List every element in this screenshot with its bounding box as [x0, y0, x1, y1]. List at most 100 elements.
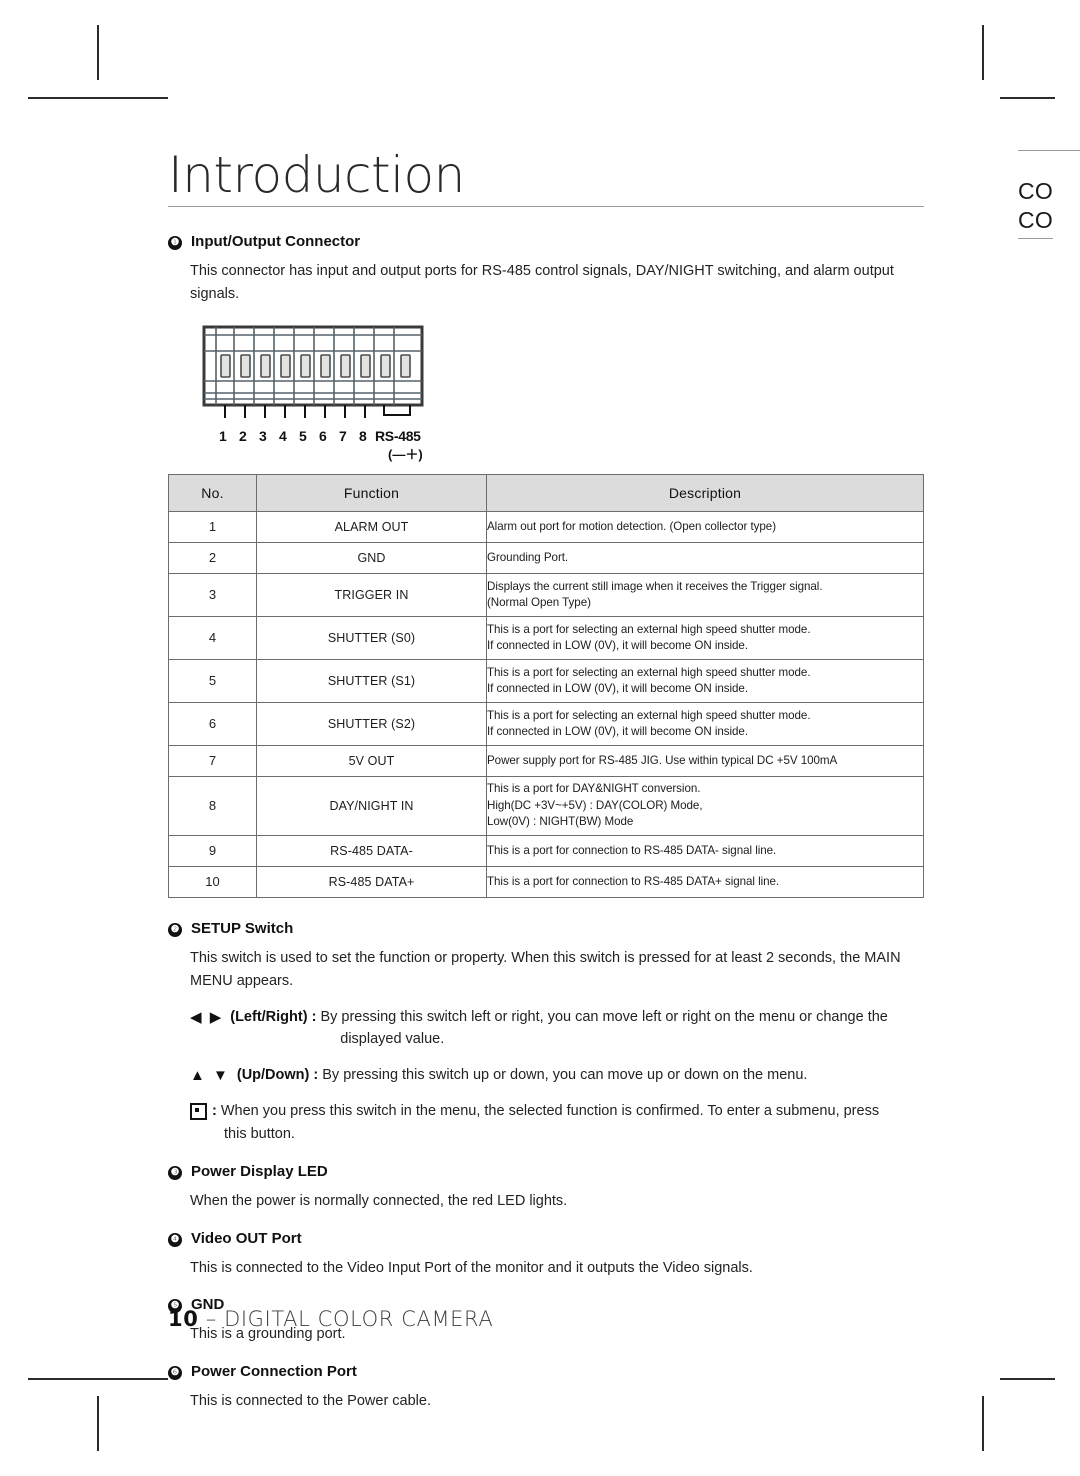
cell-function: SHUTTER (S0)	[256, 615, 487, 660]
cell-function: 5V OUT	[256, 744, 487, 777]
desc-line: If connected in LOW (0V), it will become…	[487, 681, 748, 695]
pin-label-4: 4	[279, 427, 287, 444]
section-heading-video-out-port: ❹ Video OUT Port	[168, 1230, 924, 1248]
section-heading-setup-switch: ❷ SETUP Switch	[168, 920, 924, 938]
column-header-no: No.	[168, 473, 257, 512]
desc-line: This is a port for selecting an external…	[487, 665, 811, 679]
cell-no: 10	[168, 865, 257, 898]
cell-no: 2	[168, 541, 257, 574]
cell-function: GND	[256, 541, 487, 574]
crop-mark-top-right-horizontal	[1000, 97, 1055, 99]
cell-no: 7	[168, 744, 257, 777]
section-heading-label: Video OUT Port	[191, 1229, 302, 1247]
cell-function: RS-485 DATA-	[256, 834, 487, 867]
table-row: 4 SHUTTER (S0) This is a port for select…	[168, 615, 924, 660]
cell-no: 1	[168, 510, 257, 543]
desc-line: High(DC +3V~+5V) : DAY(COLOR) Mode,	[487, 798, 703, 812]
up-down-text: By pressing this switch up or down, you …	[318, 1066, 808, 1083]
enter-text: When you press this switch in the menu, …	[216, 1103, 880, 1120]
section-heading-power-connection-port: ❻ Power Connection Port	[168, 1363, 924, 1381]
switch-control-up-down: ▲ ▼ (Up/Down) : By pressing this switch …	[190, 1064, 924, 1087]
cell-description: Alarm out port for motion detection. (Op…	[486, 510, 924, 543]
left-right-text: By pressing this switch left or right, y…	[316, 1008, 888, 1025]
title-divider	[168, 206, 924, 207]
section-heading-label: Power Display LED	[191, 1163, 328, 1181]
desc-line: This is a port for connection to RS-485 …	[487, 874, 780, 888]
crop-mark-top-left-vertical	[97, 25, 99, 80]
bleed-title-divider	[1018, 150, 1080, 151]
desc-line: This is a port for DAY&NIGHT conversion.	[487, 782, 701, 796]
cell-description: This is a port for DAY&NIGHT conversion.…	[486, 775, 924, 836]
pin-label-2: 2	[239, 427, 247, 444]
desc-line: This is a port for connection to RS-485 …	[487, 843, 777, 857]
enter-description: : When you press this switch in the menu…	[212, 1100, 924, 1145]
section-body-setup-switch: This switch is used to set the function …	[190, 949, 901, 990]
bleed-heading-line-1: CO	[1018, 178, 1054, 204]
desc-line: If connected in LOW (0V), it will become…	[487, 724, 748, 738]
section-number-badge: ❸	[168, 1166, 182, 1181]
table-row: 1 ALARM OUT Alarm out port for motion de…	[168, 510, 924, 543]
section-number-badge: ❷	[168, 922, 182, 937]
cell-function: ALARM OUT	[256, 510, 487, 543]
cell-description: Displays the current still image when it…	[486, 572, 924, 617]
section-heading-input-output-connector: ❶ Input/Output Connector	[168, 233, 924, 251]
cell-description: This is a port for selecting an external…	[486, 615, 924, 660]
cell-description: Power supply port for RS-485 JIG. Use wi…	[486, 744, 924, 777]
desc-line: Grounding Port.	[487, 550, 569, 564]
cell-no: 3	[168, 572, 257, 617]
pin-label-3: 3	[259, 427, 267, 444]
crop-mark-bottom-right-vertical	[982, 1396, 984, 1451]
pin-table-body: 1 ALARM OUT Alarm out port for motion de…	[168, 510, 924, 898]
left-right-label: (Left/Right) :	[230, 1008, 317, 1025]
cell-description: Grounding Port.	[486, 541, 924, 574]
pin-label-5: 5	[299, 427, 307, 444]
rs485-polarity-label: (—＋)	[388, 446, 423, 462]
table-row: 9 RS-485 DATA- This is a port for connec…	[168, 834, 924, 867]
connector-pin-labels: 1 2 3 4 5 6 7 8 RS-485 (—＋)	[196, 428, 436, 462]
cell-no: 4	[168, 615, 257, 660]
bleed-heading-line-2: CO	[1018, 206, 1054, 239]
section-number-badge: ❻	[168, 1365, 182, 1380]
section-heading-power-display-led: ❸ Power Display LED	[168, 1163, 924, 1181]
switch-control-enter: : When you press this switch in the menu…	[190, 1100, 924, 1145]
page-title: Introduction	[168, 146, 465, 204]
cell-no: 5	[168, 658, 257, 703]
footer-product-name: DIGITAL COLOR CAMERA	[224, 1307, 494, 1331]
adjacent-page-bleed: CO CO Conn the A P N No –	[1018, 150, 1080, 239]
cell-function: SHUTTER (S1)	[256, 658, 487, 703]
section-number-badge: ❹	[168, 1232, 182, 1247]
table-header-row: No. Function Description	[168, 473, 924, 512]
desc-line: Alarm out port for motion detection. (Op…	[487, 519, 777, 533]
cell-function: DAY/NIGHT IN	[256, 775, 487, 836]
cell-function: TRIGGER IN	[256, 572, 487, 617]
terminal-block-svg	[202, 325, 424, 418]
cell-no: 8	[168, 775, 257, 836]
table-row: 8 DAY/NIGHT IN This is a port for DAY&NI…	[168, 775, 924, 836]
enter-button-icon	[190, 1103, 207, 1121]
cell-function: SHUTTER (S2)	[256, 701, 487, 746]
table-row: 5 SHUTTER (S1) This is a port for select…	[168, 658, 924, 703]
cell-description: This is a port for selecting an external…	[486, 658, 924, 703]
crop-mark-bottom-right-horizontal	[1000, 1378, 1055, 1380]
cell-description: This is a port for selecting an external…	[486, 701, 924, 746]
pin-function-table: No. Function Description 1 ALARM OUT Ala…	[168, 473, 924, 898]
table-row: 7 5V OUT Power supply port for RS-485 JI…	[168, 744, 924, 777]
cell-function: RS-485 DATA+	[256, 865, 487, 898]
cell-description: This is a port for connection to RS-485 …	[486, 834, 924, 867]
desc-line: (Normal Open Type)	[487, 595, 591, 609]
section-heading-label: Power Connection Port	[191, 1362, 357, 1380]
footer-separator: –	[205, 1307, 217, 1331]
up-down-arrow-icon: ▲ ▼	[190, 1066, 230, 1084]
desc-line: This is a port for selecting an external…	[487, 622, 811, 636]
cell-description: This is a port for connection to RS-485 …	[486, 865, 924, 898]
rs485-label: RS-485	[375, 427, 421, 444]
up-down-label: (Up/Down) :	[236, 1066, 319, 1083]
left-right-indent-text: displayed value.	[340, 1031, 445, 1048]
section-body-power-display-led: When the power is normally connected, th…	[190, 1193, 568, 1210]
switch-control-left-right: ◀ ▶ (Left/Right) : By pressing this swit…	[190, 1006, 924, 1051]
left-right-arrow-icon: ◀ ▶	[190, 1008, 224, 1026]
section-heading-label: SETUP Switch	[191, 919, 294, 937]
table-row: 6 SHUTTER (S2) This is a port for select…	[168, 701, 924, 746]
footer-page-number: 10	[168, 1307, 199, 1331]
crop-mark-top-right-vertical	[982, 25, 984, 80]
